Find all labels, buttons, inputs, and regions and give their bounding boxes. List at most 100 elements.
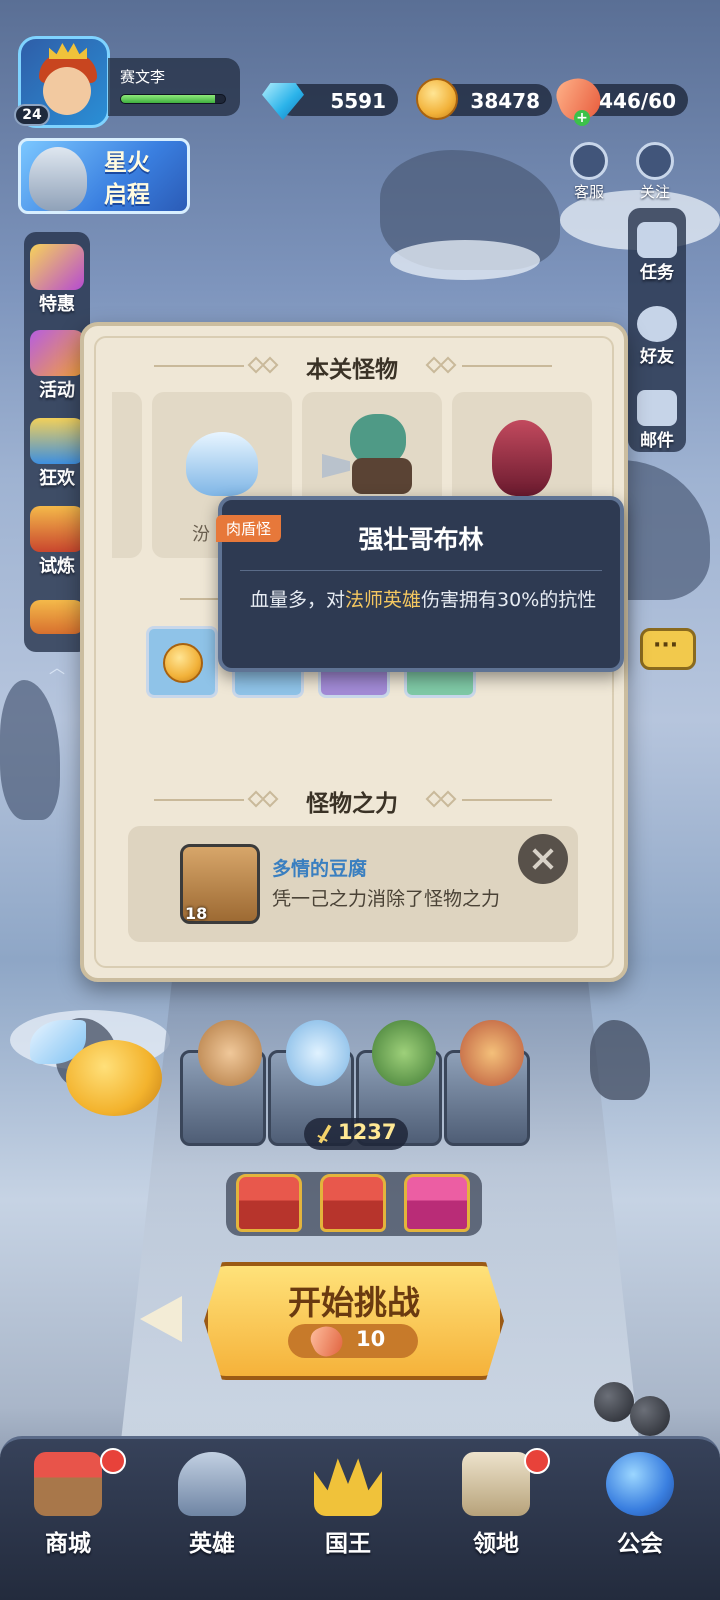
nav-guild[interactable]: 公会 [580, 1452, 700, 1558]
add-stamina-icon[interactable]: + [574, 110, 590, 126]
shop-icon [34, 1452, 102, 1516]
mail-icon [637, 390, 677, 426]
side-item-friends[interactable]: 好友 [630, 306, 684, 367]
side-item-tasks-label: 任务 [640, 263, 674, 283]
carnival-chest-icon [30, 418, 84, 464]
start-challenge-label: 开始挑战 [288, 1283, 420, 1322]
cannonball-decoration [630, 1396, 670, 1436]
guild-planet-icon [606, 1452, 674, 1516]
tooltip-desc-pre: 血量多，对 [250, 589, 346, 611]
sword-icon [312, 1121, 338, 1147]
nav-shop-label: 商城 [45, 1531, 91, 1557]
side-item-trial[interactable]: 试炼 [26, 506, 88, 578]
side-item-tasks[interactable]: 任务 [630, 222, 684, 283]
monster-name-partial: 汾 [192, 524, 210, 545]
stamina-value: 446/60 [599, 89, 676, 113]
customer-service-button[interactable]: 客服 [560, 142, 618, 202]
tooltip-monster-name: 强壮哥布林 [358, 525, 484, 554]
hero-bear-tofu[interactable] [198, 1020, 262, 1086]
side-item-deals[interactable]: 特惠 [26, 244, 88, 316]
crown-chest-icon [30, 600, 84, 634]
challenge-cost [288, 1324, 418, 1358]
castle-icon [462, 1452, 530, 1516]
goblin-body-sprite [352, 458, 412, 494]
spiked-beast-sprite [492, 420, 552, 496]
nav-king[interactable]: 国王 [288, 1452, 408, 1558]
golden-pig-bank[interactable] [30, 1020, 166, 1120]
hero-name: 多情的豆腐 [272, 858, 368, 880]
monster-power-title: 怪物之力 [306, 791, 398, 817]
gem-value: 5591 [330, 89, 386, 113]
side-item-friends-label: 好友 [640, 347, 674, 367]
star-follow-icon [636, 142, 674, 180]
gold-coin-icon [416, 78, 458, 120]
reward-gold[interactable] [146, 626, 218, 698]
side-item-mail-label: 邮件 [640, 431, 674, 451]
collapse-up-icon[interactable]: ︿ [44, 654, 70, 677]
nav-heroes-label: 英雄 [189, 1531, 235, 1557]
gem-counter[interactable]: 5591 [262, 83, 398, 120]
golden-pig-icon [66, 1040, 162, 1116]
side-item-carnival-label: 狂欢 [39, 468, 75, 489]
side-item-trial-label: 试炼 [39, 556, 75, 577]
nav-guild-label: 公会 [617, 1531, 663, 1557]
follow-button[interactable]: 关注 [626, 142, 684, 202]
player-name: 赛文李 [120, 68, 166, 86]
hero-archer[interactable] [372, 1020, 436, 1086]
hero-helmet-icon [178, 1452, 246, 1516]
title-divider [154, 365, 244, 367]
tooltip-divider [240, 570, 602, 571]
event-title-line1: 星火 [104, 150, 150, 176]
reward-chest-2[interactable] [320, 1174, 386, 1232]
previous-stage-arrow-icon[interactable] [140, 1296, 182, 1342]
gem-icon [262, 83, 304, 120]
event-title-line2: 启程 [104, 182, 150, 208]
customer-service-icon [570, 142, 608, 180]
title-divider [154, 799, 244, 801]
calendar-task-icon [637, 222, 677, 258]
ice-ghost-sprite [186, 432, 258, 496]
follow-label: 关注 [639, 183, 670, 201]
side-item-activity-label: 活动 [39, 380, 75, 401]
monster-card-partial[interactable] [112, 392, 142, 558]
trial-chest-icon [30, 506, 84, 552]
chat-button[interactable] [640, 628, 696, 670]
crossed-swords-disabled-icon [518, 834, 568, 884]
nav-heroes[interactable]: 英雄 [152, 1452, 272, 1558]
title-divider [462, 799, 552, 801]
title-divider [462, 365, 552, 367]
tooltip-desc-highlight: 法师英雄 [345, 589, 422, 611]
friends-icon [637, 306, 677, 342]
event-banner[interactable]: 星火 启程 [18, 138, 190, 214]
hero-mushroom[interactable] [460, 1020, 524, 1086]
side-item-deals-label: 特惠 [39, 294, 75, 315]
reward-chest-3-gem[interactable] [404, 1174, 470, 1232]
hero-ice-spirit[interactable] [286, 1020, 350, 1086]
challenge-cost-value: 10 [356, 1327, 386, 1351]
player-level-badge: 24 [14, 104, 50, 126]
customer-service-label: 客服 [573, 183, 604, 201]
side-item-carnival[interactable]: 狂欢 [26, 418, 88, 490]
combat-power-value: 1237 [338, 1120, 397, 1144]
side-item-activity[interactable]: 活动 [26, 330, 88, 402]
tooltip-description: 血量多，对法师英雄伤害拥有30%的抗性 [250, 586, 600, 615]
side-item-more[interactable] [26, 600, 88, 634]
monster-power-description: 凭一己之力消除了怪物之力 [272, 888, 501, 910]
nav-territory-label: 领地 [473, 1531, 519, 1557]
side-item-mail[interactable]: 邮件 [630, 390, 684, 451]
gold-value: 38478 [470, 89, 540, 113]
reward-chest-1[interactable] [236, 1174, 302, 1232]
nav-king-label: 国王 [325, 1531, 371, 1557]
monsters-section-title: 本关怪物 [306, 357, 398, 383]
tooltip-desc-post: 伤害拥有30%的抗性 [421, 589, 597, 611]
gold-coin-icon [163, 643, 203, 683]
gift-card-icon [30, 244, 84, 290]
hero-level: 18 [185, 904, 208, 923]
stamina-counter[interactable]: + 446/60 [552, 72, 688, 126]
gold-counter[interactable]: 38478 [416, 78, 552, 120]
territory-notification-dot [524, 1448, 550, 1474]
axe-sprite [322, 454, 350, 478]
crown-icon [314, 1458, 382, 1516]
hero-portrait[interactable]: 18 [180, 844, 260, 924]
shop-notification-dot [100, 1448, 126, 1474]
